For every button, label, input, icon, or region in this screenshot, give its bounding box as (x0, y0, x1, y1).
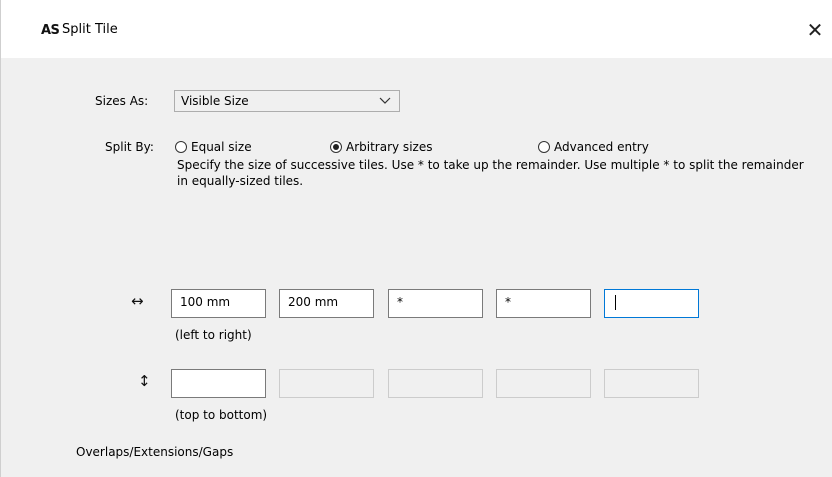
radio-circle (175, 141, 187, 153)
horizontal-caption: (left to right) (175, 328, 252, 342)
dialog-body: Sizes As: Visible Size Split By: Equal s… (1, 58, 832, 477)
app-logo-icon: AS (41, 23, 60, 38)
radio-label: Equal size (191, 140, 252, 154)
sizes-as-select[interactable]: Visible Size (174, 90, 400, 112)
radio-arbitrary-sizes[interactable]: Arbitrary sizes (330, 140, 432, 154)
height-field-1[interactable] (171, 369, 266, 398)
dialog-title: Split Tile (62, 22, 118, 37)
text-caret (615, 295, 616, 310)
height-field-2 (279, 369, 374, 398)
width-field-5[interactable] (604, 289, 699, 318)
height-field-3 (388, 369, 483, 398)
sizes-as-value: Visible Size (181, 94, 249, 108)
split-by-label: Split By: (105, 140, 154, 154)
width-field-2[interactable]: 200 mm (279, 289, 374, 318)
radio-advanced-entry[interactable]: Advanced entry (538, 140, 649, 154)
chevron-down-icon (379, 97, 391, 104)
horizontal-arrow-icon: ↔ (131, 292, 144, 310)
radio-equal-size[interactable]: Equal size (175, 140, 252, 154)
height-field-5 (604, 369, 699, 398)
vertical-caption: (top to bottom) (175, 408, 268, 422)
sizes-as-label: Sizes As: (95, 94, 149, 108)
width-field-3[interactable]: * (388, 289, 483, 318)
split-description: Specify the size of successive tiles. Us… (177, 158, 804, 188)
radio-label: Advanced entry (554, 140, 649, 154)
radio-circle (538, 141, 550, 153)
overlaps-section-label: Overlaps/Extensions/Gaps (76, 445, 234, 459)
height-field-4 (496, 369, 591, 398)
title-bar: AS Split Tile ✕ (1, 0, 832, 58)
close-icon: ✕ (806, 18, 824, 42)
split-tile-dialog: AS Split Tile ✕ Sizes As: Visible Size S… (0, 0, 832, 477)
width-field-4[interactable]: * (496, 289, 591, 318)
radio-label: Arbitrary sizes (346, 140, 433, 154)
close-button[interactable]: ✕ (797, 10, 832, 50)
vertical-arrow-icon: ↕ (138, 372, 151, 390)
radio-circle-checked (330, 141, 342, 153)
width-field-1[interactable]: 100 mm (171, 289, 266, 318)
